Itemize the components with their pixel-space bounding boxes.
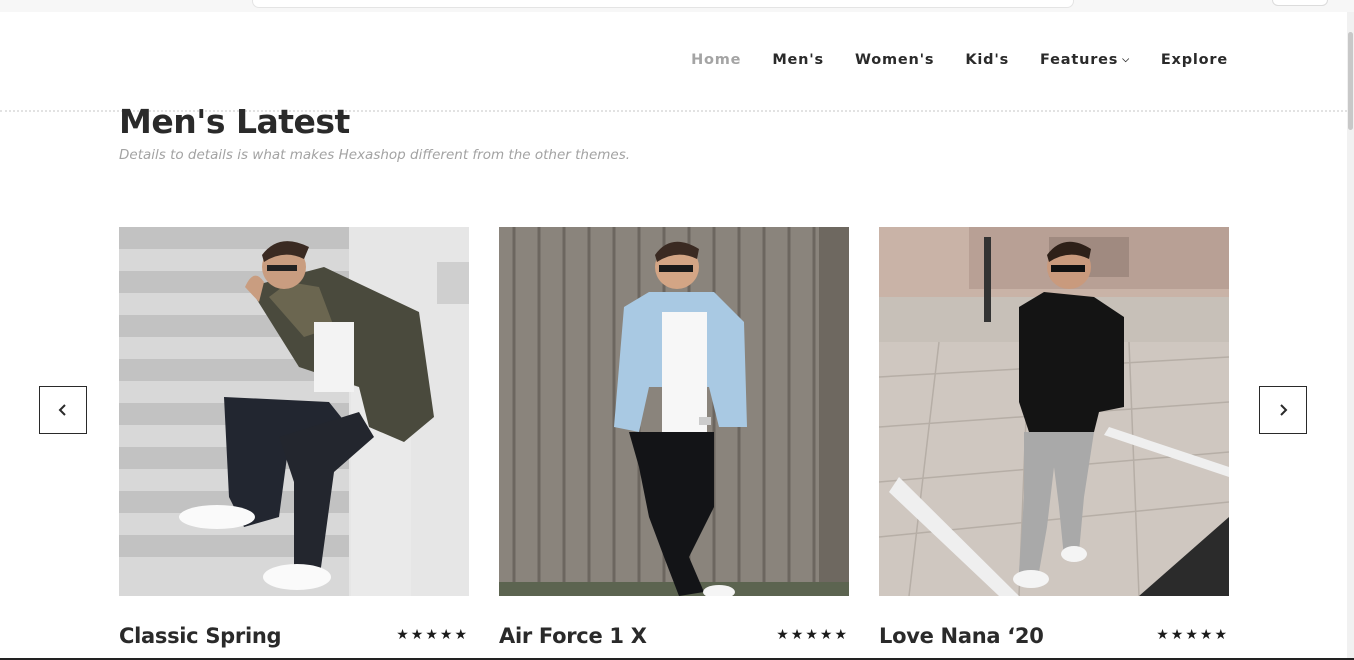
chevron-right-icon (1280, 404, 1288, 416)
page-scrollbar[interactable] (1347, 12, 1354, 660)
nav-home[interactable]: Home (691, 52, 741, 68)
product-meta: Love Nana ‘20 ★★★★★ (879, 624, 1229, 654)
product-name[interactable]: Love Nana ‘20 (879, 624, 1044, 648)
main-nav: Home Men's Women's Kid's Features ⌵ Explo… (660, 52, 1228, 68)
product-meta: Air Force 1 X ★★★★★ (499, 624, 849, 654)
scrollbar-thumb[interactable] (1348, 32, 1353, 130)
section-title: Men's Latest (119, 102, 350, 141)
product-image[interactable] (499, 227, 849, 596)
carousel-next-button[interactable] (1259, 386, 1307, 434)
star-rating: ★★★★★ (396, 627, 469, 643)
star-rating: ★★★★★ (776, 627, 849, 643)
nav-features[interactable]: Features ⌵ (1040, 52, 1130, 68)
section-subtitle: Details to details is what makes Hexasho… (119, 147, 631, 163)
product-card[interactable]: Love Nana ‘20 ★★★★★ (879, 227, 1229, 654)
product-image[interactable] (879, 227, 1229, 596)
browser-button[interactable] (1272, 0, 1328, 6)
chevron-down-icon: ⌵ (1122, 55, 1130, 65)
product-image[interactable] (119, 227, 469, 596)
chevron-left-icon (58, 404, 66, 416)
nav-womens[interactable]: Women's (855, 52, 934, 68)
product-name[interactable]: Air Force 1 X (499, 624, 647, 648)
nav-kids[interactable]: Kid's (965, 52, 1009, 68)
nav-mens[interactable]: Men's (772, 52, 824, 68)
product-meta: Classic Spring ★★★★★ (119, 624, 469, 654)
product-card[interactable]: Air Force 1 X ★★★★★ (499, 227, 849, 654)
product-card[interactable]: Classic Spring ★★★★★ (119, 227, 469, 654)
site-header: Home Men's Women's Kid's Features ⌵ Explo… (0, 12, 1347, 112)
product-name[interactable]: Classic Spring (119, 624, 282, 648)
nav-explore[interactable]: Explore (1161, 52, 1228, 68)
nav-features-label: Features (1040, 52, 1119, 68)
star-rating: ★★★★★ (1156, 627, 1229, 643)
address-bar[interactable] (252, 0, 1074, 8)
carousel-prev-button[interactable] (39, 386, 87, 434)
